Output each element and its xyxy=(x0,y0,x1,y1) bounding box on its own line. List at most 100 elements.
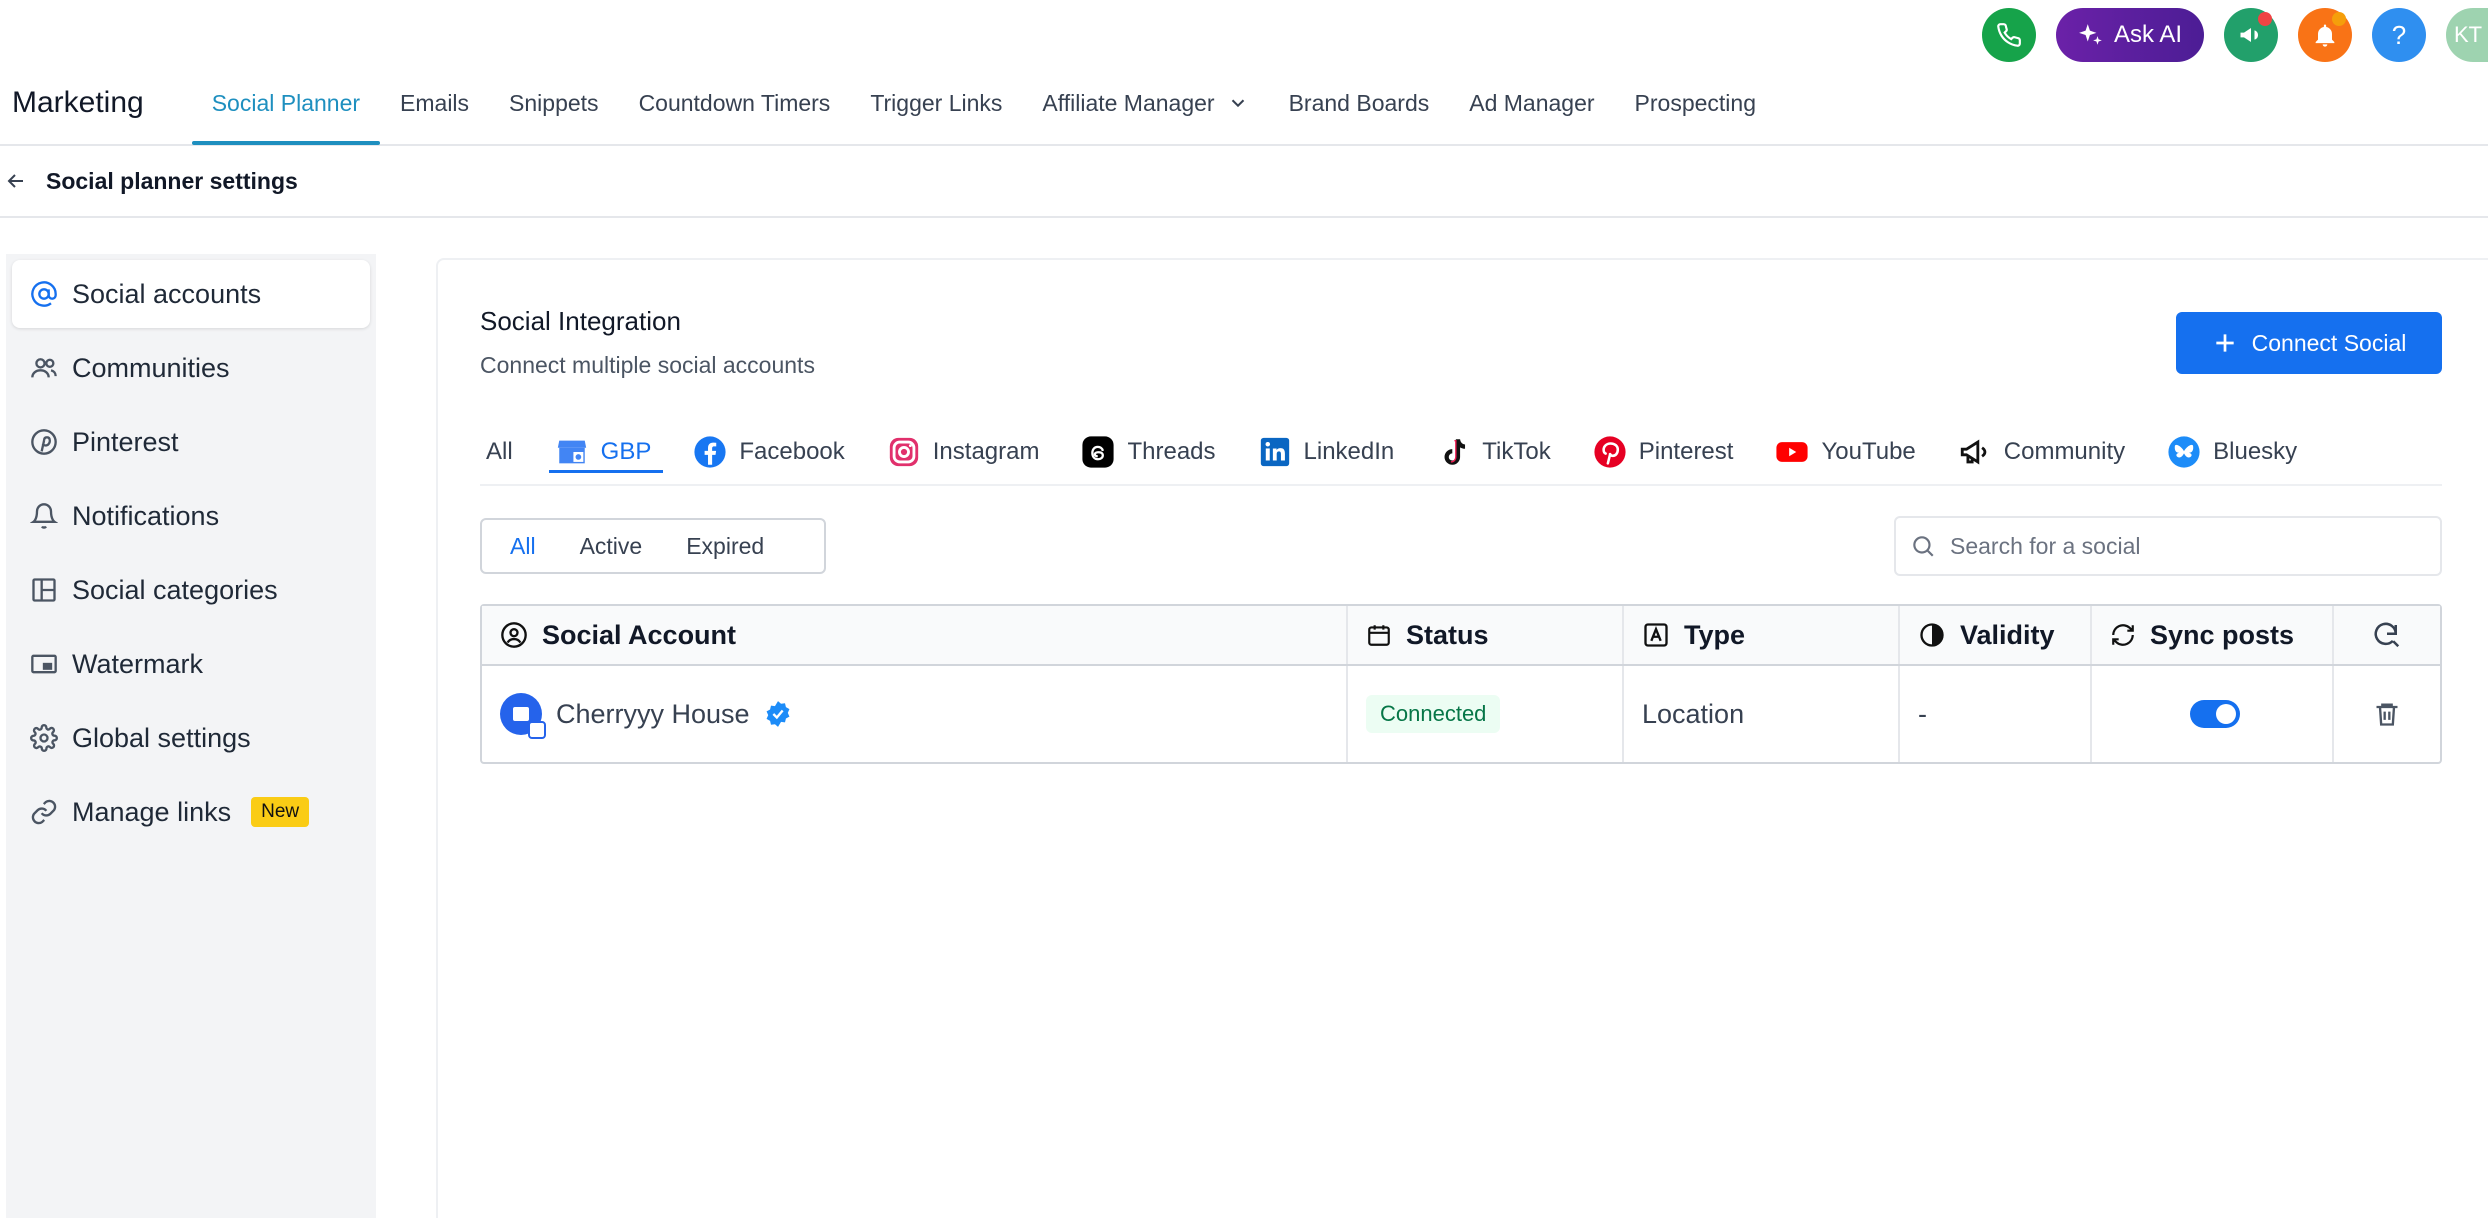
header-validity[interactable]: Validity xyxy=(1900,606,2092,664)
platform-tab-linkedin[interactable]: LinkedIn xyxy=(1252,419,1415,485)
sidebar-item-label: Social categories xyxy=(72,574,278,605)
brand-title: Marketing xyxy=(12,86,144,119)
social-integration-card: Social Integration Connect multiple soci… xyxy=(436,258,2488,1218)
sidebar-item-social-accounts[interactable]: Social accounts xyxy=(12,260,370,328)
sync-posts-toggle[interactable] xyxy=(2190,700,2240,728)
watermark-icon xyxy=(31,654,57,674)
nav-tab-label: Prospecting xyxy=(1634,89,1757,116)
platform-tab-tiktok[interactable]: TikTok xyxy=(1430,419,1570,485)
nav-tab-label: Social Planner xyxy=(211,89,361,116)
platform-tab-label: TikTok xyxy=(1482,438,1551,465)
ask-ai-button[interactable]: Ask AI xyxy=(2055,8,2204,62)
sparkle-icon xyxy=(2079,24,2102,45)
nav-tab-label: Ad Manager xyxy=(1469,89,1595,116)
connect-social-button[interactable]: Connect Social xyxy=(2176,312,2442,374)
utility-bar: Ask AI ? KT xyxy=(1981,8,2488,62)
bell-icon xyxy=(30,503,58,529)
user-avatar[interactable]: KT xyxy=(2446,8,2488,62)
sidebar-item-label: Manage links xyxy=(72,796,232,827)
platform-tab-label: Threads xyxy=(1127,438,1216,465)
sidebar-item-label: Communities xyxy=(72,352,230,383)
type-cell: Location xyxy=(1624,666,1900,762)
platform-tab-label: Facebook xyxy=(739,438,845,465)
table-header: Social Account Status Type Validity Sync… xyxy=(482,606,2440,666)
header-label: Social Account xyxy=(542,619,737,650)
sidebar-item-social-categories[interactable]: Social categories xyxy=(12,556,370,624)
nav-tab-label: Brand Boards xyxy=(1288,89,1430,116)
connect-social-label: Connect Social xyxy=(2251,329,2407,356)
chevron-down-icon xyxy=(1231,99,1244,108)
sidebar-item-pinterest[interactable]: Pinterest xyxy=(12,408,370,476)
sidebar-item-watermark[interactable]: Watermark xyxy=(12,630,370,698)
header-social-account[interactable]: Social Account xyxy=(482,606,1348,664)
platform-tab-gbp[interactable]: GBP xyxy=(548,419,672,485)
section-subtitle: Connect multiple social accounts xyxy=(480,352,815,378)
header-type[interactable]: Type xyxy=(1624,606,1900,664)
status-badge: Connected xyxy=(1366,695,1501,733)
nav-tab-affiliate-manager[interactable]: Affiliate Manager xyxy=(1022,61,1268,145)
sidebar-item-global-settings[interactable]: Global settings xyxy=(12,704,370,772)
phone-button[interactable] xyxy=(1981,8,2036,62)
back-arrow-icon[interactable] xyxy=(4,169,28,193)
nav-tab-label: Trigger Links xyxy=(870,89,1003,116)
nav-tab-social-planner[interactable]: Social Planner xyxy=(191,61,381,145)
link-icon xyxy=(31,799,57,825)
sync-cell xyxy=(2092,666,2334,762)
account-name[interactable]: Cherryyy House xyxy=(556,699,750,730)
nav-tab-emails[interactable]: Emails xyxy=(380,61,489,145)
platform-tab-label: All xyxy=(486,438,513,465)
platform-tab-all[interactable]: All xyxy=(480,419,533,485)
status-cell: Connected xyxy=(1348,666,1624,762)
social-accounts-table: Social Account Status Type Validity Sync… xyxy=(480,604,2442,764)
nav-tab-brand-boards[interactable]: Brand Boards xyxy=(1269,61,1450,145)
refresh-search-icon xyxy=(2374,622,2400,648)
nav-tab-trigger-links[interactable]: Trigger Links xyxy=(850,61,1022,145)
platform-tab-threads[interactable]: Threads xyxy=(1075,419,1235,485)
search-input[interactable] xyxy=(1950,532,2430,560)
nav-tab-prospecting[interactable]: Prospecting xyxy=(1615,61,1776,145)
help-icon: ? xyxy=(2391,19,2407,50)
sidebar-item-notifications[interactable]: Notifications xyxy=(12,482,370,550)
pinterest-icon xyxy=(1594,436,1626,468)
platform-tab-bluesky[interactable]: Bluesky xyxy=(2161,419,2317,485)
sidebar-item-label: Global settings xyxy=(72,722,251,753)
verified-badge-icon xyxy=(766,701,789,727)
tiktok-icon xyxy=(1444,439,1466,465)
nav-tab-label: Affiliate Manager xyxy=(1042,89,1215,116)
platform-tab-youtube[interactable]: YouTube xyxy=(1769,419,1935,485)
sidebar-item-label: Social accounts xyxy=(72,278,262,309)
nav-tab-ad-manager[interactable]: Ad Manager xyxy=(1449,61,1614,145)
trash-icon[interactable] xyxy=(2373,700,2401,728)
platform-tab-community[interactable]: Community xyxy=(1952,419,2145,485)
sidebar-item-communities[interactable]: Communities xyxy=(12,334,370,402)
announcements-button[interactable] xyxy=(2224,8,2278,62)
threads-icon xyxy=(1082,436,1115,468)
sidebar-item-label: Pinterest xyxy=(72,426,179,457)
filter-expired[interactable]: Expired xyxy=(664,526,786,566)
sidebar-item-manage-links[interactable]: Manage links New xyxy=(12,778,370,846)
sync-icon xyxy=(2112,624,2134,646)
notification-dot xyxy=(2332,12,2346,26)
notifications-button[interactable] xyxy=(2298,8,2352,62)
nav-tab-snippets[interactable]: Snippets xyxy=(489,61,619,145)
validity-cell: - xyxy=(1900,666,2092,762)
header-sync-posts[interactable]: Sync posts xyxy=(2092,606,2334,664)
new-badge: New xyxy=(251,797,310,827)
pinterest-icon xyxy=(31,429,57,455)
validity-value: - xyxy=(1918,698,1927,729)
avatar-initials: KT xyxy=(2454,22,2483,47)
instagram-icon xyxy=(889,437,918,467)
nav-tab-countdown-timers[interactable]: Countdown Timers xyxy=(619,61,851,145)
plus-icon xyxy=(2215,334,2234,352)
refresh-all-button[interactable] xyxy=(2334,606,2440,664)
delete-cell xyxy=(2334,666,2440,762)
filter-all[interactable]: All xyxy=(488,526,558,566)
nav-tab-label: Snippets xyxy=(509,89,599,116)
filter-active[interactable]: Active xyxy=(558,526,665,566)
help-button[interactable]: ? xyxy=(2372,8,2426,62)
page-title: Social planner settings xyxy=(46,167,298,194)
header-status[interactable]: Status xyxy=(1348,606,1624,664)
platform-tab-facebook[interactable]: Facebook xyxy=(687,419,864,485)
platform-tab-instagram[interactable]: Instagram xyxy=(881,419,1060,485)
platform-tab-pinterest[interactable]: Pinterest xyxy=(1587,419,1754,485)
